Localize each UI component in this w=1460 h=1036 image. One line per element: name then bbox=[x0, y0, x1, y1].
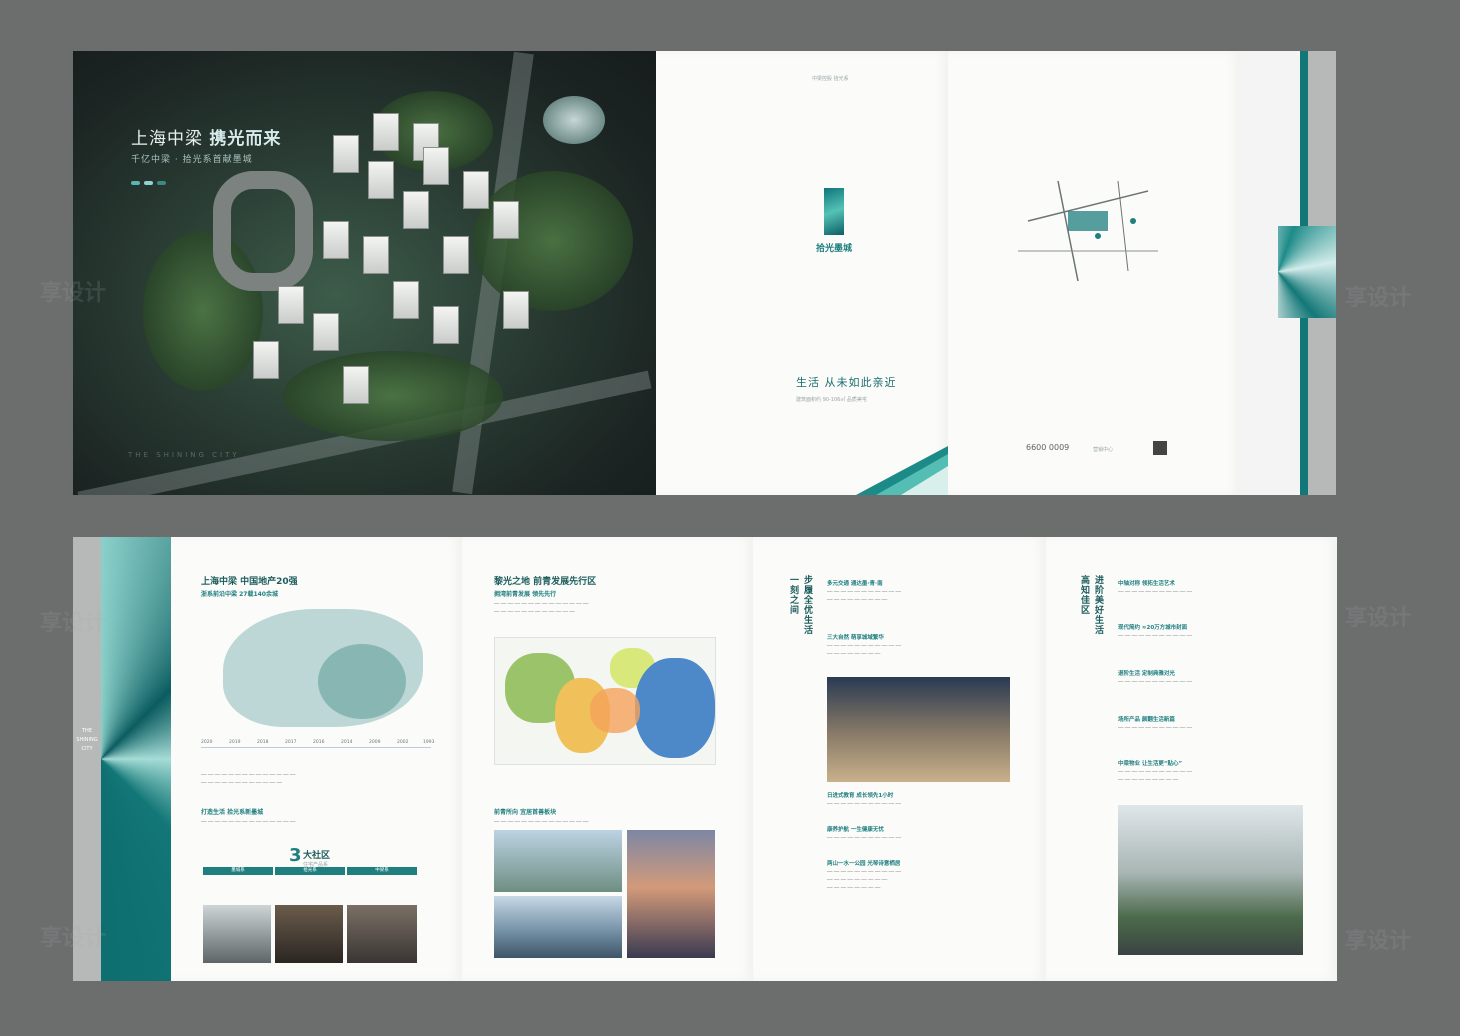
item-text-1: ── ── ── ── ── ── ── ── ── ── ── ── ── ──… bbox=[827, 590, 901, 603]
item-heading-1: 中轴对称 领拓生活艺术 bbox=[1118, 581, 1175, 587]
watermark: 享设计 bbox=[1345, 286, 1412, 311]
brochure-page-location: 6600 0009 营销中心 bbox=[948, 51, 1240, 495]
item-text-4: ── ── ── ── ── ── ── ── ── ── ── bbox=[1118, 726, 1192, 731]
photo-commercial-street bbox=[827, 677, 1010, 782]
project-name: 拾光墨城 bbox=[816, 244, 853, 254]
brochure-flap-right bbox=[1240, 51, 1336, 495]
item-text-2: ── ── ── ── ── ── ── ── ── ── ── ── ── ──… bbox=[827, 644, 901, 657]
body-text-2: ── ── ── ── ── ── ── ── ── ── ── ── ── ─… bbox=[494, 820, 589, 825]
item-text-1: ── ── ── ── ── ── ── ── ── ── ── bbox=[1118, 590, 1192, 595]
vertical-title-2: 步履全优生活 bbox=[802, 575, 812, 635]
photo-city-night bbox=[627, 830, 715, 958]
section-subheading: 浙系前沿中梁 27载140余城 bbox=[201, 591, 278, 598]
item-heading-4: 康养护航 一生健康无忧 bbox=[827, 827, 884, 833]
inner-page-lifestyle: 一刻之间 步履全优生活 多元交通 通达墨·青·南 ── ── ── ── ── … bbox=[753, 537, 1046, 981]
photo-river bbox=[494, 896, 622, 958]
item-heading-2: 三大自然 萌享城域繁华 bbox=[827, 635, 884, 641]
inner-page-product: 进阶美好生活 高知佳区 中轴对称 领拓生活艺术 ── ── ── ── ── ─… bbox=[1046, 537, 1337, 981]
inner-flap-strip: THE SHINING CITY bbox=[73, 537, 171, 981]
vertical-title-2: 高知佳区 bbox=[1079, 575, 1089, 615]
photo-interior-2 bbox=[347, 905, 417, 963]
region-map bbox=[494, 637, 716, 765]
photo-city-1 bbox=[494, 830, 622, 892]
table-header-1: 墨城系 bbox=[203, 867, 273, 875]
photo-aerial-community bbox=[1118, 805, 1303, 955]
item-text-4: ── ── ── ── ── ── ── ── ── ── ── bbox=[827, 836, 901, 841]
item-text-3: ── ── ── ── ── ── ── ── ── ── ── bbox=[1118, 680, 1192, 685]
cover-title: 上海中梁 携光而来 bbox=[131, 129, 282, 149]
table-header-2: 拾光系 bbox=[275, 867, 345, 875]
photo-interior-1 bbox=[275, 905, 343, 963]
slide-indicator-dots bbox=[131, 181, 166, 185]
body-text: ── ── ── ── ── ── ── ── ── ── ── ── ── ─… bbox=[494, 602, 589, 615]
area-note: 建筑面积约 90-106㎡ 品质美宅 bbox=[796, 397, 867, 403]
item-heading-2: 现代简约 ≈20万方城市封面 bbox=[1118, 625, 1188, 631]
section-subheading-2: 打造生活 拾光系新墨城 bbox=[201, 809, 264, 816]
page-slogan: 生活 从未如此亲近 bbox=[796, 376, 897, 389]
strip-english-text: THE SHINING CITY bbox=[76, 728, 98, 752]
project-logo-icon bbox=[824, 188, 844, 235]
table-header-3: 中梁系 bbox=[347, 867, 417, 875]
item-heading-5: 两山一水一公园 光琴诗意栖居 bbox=[827, 861, 901, 867]
fan-graphic bbox=[1278, 226, 1336, 318]
item-heading-1: 多元交通 通达墨·青·南 bbox=[827, 581, 883, 587]
body-text: ── ── ── ── ── ── ── ── ── ── ── ── ── ─… bbox=[201, 773, 296, 786]
big-number-label: 大社区 bbox=[303, 851, 331, 861]
item-heading-3: 退阶生活 定制典雅对光 bbox=[1118, 671, 1175, 677]
cover-subtitle: 千亿中梁 · 拾光系首献墨城 bbox=[131, 155, 253, 165]
timeline: 2020 2019 2018 2017 2016 2014 2009 2002 … bbox=[201, 740, 434, 748]
item-heading-4: 场所产品 颜翻生活新篇 bbox=[1118, 717, 1175, 723]
cover-english-tagline: THE SHINING CITY bbox=[128, 451, 240, 459]
vertical-title: 进阶美好生活 bbox=[1093, 575, 1103, 635]
lake bbox=[543, 96, 605, 144]
big-number: 3 bbox=[289, 845, 302, 866]
inner-page-region: 黎光之地 前青发展先行区 拥湾前青发展 领先先行 ── ── ── ── ── … bbox=[462, 537, 753, 981]
item-text-2: ── ── ── ── ── ── ── ── ── ── ── bbox=[1118, 634, 1192, 639]
brochure-cover-page: 上海中梁 携光而来 千亿中梁 · 拾光系首献墨城 THE SHINING CIT… bbox=[73, 51, 656, 495]
item-text-3: ── ── ── ── ── ── ── ── ── ── ── bbox=[827, 802, 901, 807]
page-heading: 黎光之地 前青发展先行区 bbox=[494, 577, 597, 587]
watermark: 享设计 bbox=[1345, 606, 1412, 631]
qr-code-icon bbox=[1153, 441, 1167, 455]
inner-page-company: 上海中梁 中国地产20强 浙系前沿中梁 27载140余城 2020 2019 2… bbox=[171, 537, 462, 981]
item-heading-3: 日进式教育 成长领先1小时 bbox=[827, 793, 894, 799]
china-map bbox=[223, 609, 423, 727]
item-heading-5: 中梁物业 让生活更“贴心” bbox=[1118, 761, 1183, 767]
hotline-number: 6600 0009 bbox=[1026, 443, 1070, 452]
fan-graphic-large bbox=[101, 537, 171, 981]
brochure-page-title: 中梁控股 拾光系 拾光墨城 生活 从未如此亲近 建筑面积约 90-106㎡ 品质… bbox=[656, 51, 948, 495]
body-text-2: ── ── ── ── ── ── ── ── ── ── ── ── ── ─… bbox=[201, 820, 296, 825]
vertical-title: 一刻之间 bbox=[788, 575, 798, 615]
corner-fan-graphic bbox=[856, 446, 948, 495]
section-subheading: 拥湾前青发展 领先先行 bbox=[494, 591, 557, 598]
section-subheading-2: 前青所向 宜居首善板块 bbox=[494, 809, 557, 816]
photo-building-1 bbox=[203, 905, 271, 963]
item-text-5: ── ── ── ── ── ── ── ── ── ── ── ── ── ──… bbox=[1118, 770, 1192, 783]
location-map bbox=[1018, 181, 1158, 281]
page-heading: 上海中梁 中国地产20强 bbox=[201, 577, 298, 587]
brand-tag: 中梁控股 拾光系 bbox=[812, 76, 849, 82]
item-text-5: ── ── ── ── ── ── ── ── ── ── ── ── ── ──… bbox=[827, 870, 901, 891]
watermark: 享设计 bbox=[1345, 929, 1412, 954]
contact-label: 营销中心 bbox=[1093, 447, 1114, 453]
